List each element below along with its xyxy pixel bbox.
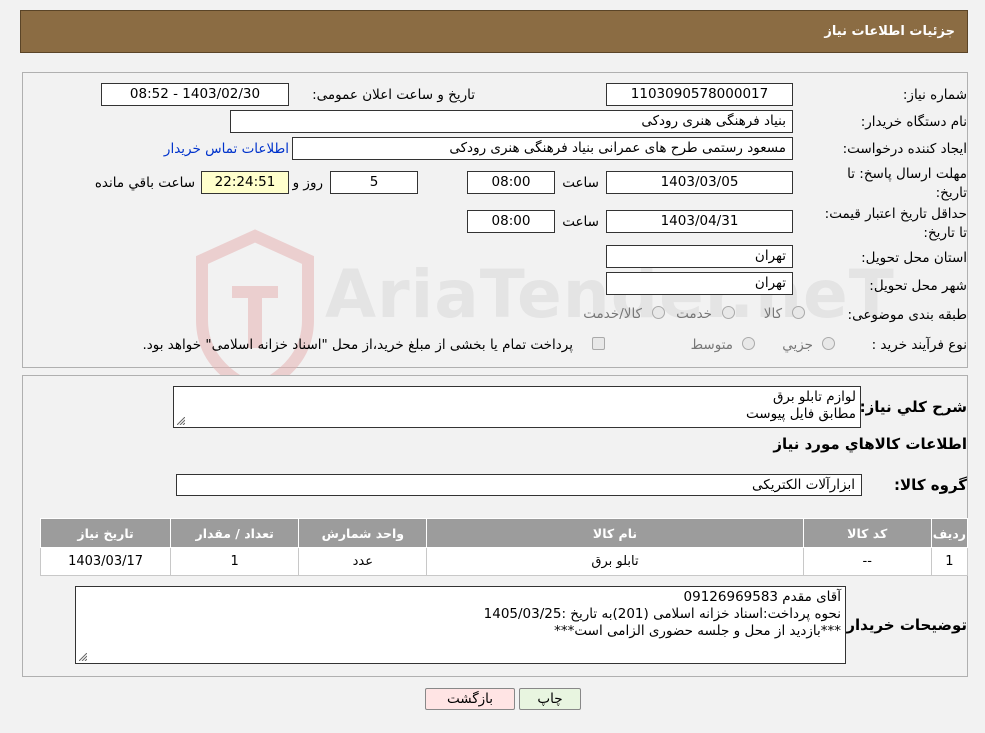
days-label: روز و: [292, 175, 323, 191]
city-label: شهر محل تحویل:: [869, 278, 967, 294]
category-radio-goods-service[interactable]: [652, 306, 665, 319]
buyer-org-label: نام دستگاه خریدار:: [860, 114, 967, 130]
col-qty: تعداد / مقدار: [170, 518, 300, 548]
cell-code: --: [802, 547, 932, 576]
deadline-time-label: ساعت: [562, 175, 599, 191]
col-date: تاريخ نياز: [39, 518, 172, 548]
cell-unit: عدد: [298, 547, 428, 576]
back-button[interactable]: بازگشت: [425, 688, 515, 710]
page-title: جزئیات اطلاعات نیاز: [824, 24, 955, 39]
category-radio-service[interactable]: [722, 306, 735, 319]
summary-textarea[interactable]: لوازم تابلو برق مطابق فایل پیوست: [173, 386, 861, 428]
col-name: نام کالا: [426, 518, 804, 548]
category-option-service: خدمت: [676, 306, 712, 322]
resize-grip-icon[interactable]: [79, 653, 87, 661]
process-option-medium: متوسط: [690, 337, 733, 353]
col-unit: واحد شمارش: [298, 518, 428, 548]
requester-field: مسعود رستمی طرح های عمرانی بنیاد فرهنگی …: [292, 137, 793, 160]
validity-date-field: 1403/04/31: [606, 210, 793, 233]
watermark-logo-icon: [196, 229, 314, 397]
city-field: تهران: [606, 272, 793, 295]
page-header: جزئیات اطلاعات نیاز: [20, 10, 968, 53]
buyer-org-field: بنیاد فرهنگی هنری رودکی: [230, 110, 793, 133]
items-table: رديف کد کالا نام کالا واحد شمارش تعداد /…: [39, 518, 969, 576]
contact-buyer-link[interactable]: اطلاعات تماس خریدار: [164, 141, 289, 157]
days-field: 5: [330, 171, 418, 194]
goods-group-field: ابزارآلات الکتریکی: [176, 474, 862, 496]
province-field: تهران: [606, 245, 793, 268]
need-number-field: 1103090578000017: [606, 83, 793, 106]
announce-field: 1403/02/30 - 08:52: [101, 83, 289, 106]
summary-label: شرح کلي نياز:: [859, 398, 967, 416]
validity-time-label: ساعت: [562, 214, 599, 230]
remaining-time-field: 22:24:51: [201, 171, 289, 194]
province-label: استان محل تحویل:: [861, 250, 967, 266]
col-code: کد کالا: [802, 518, 932, 548]
cell-date: 1403/03/17: [39, 547, 172, 576]
process-label: نوع فرآیند خرید :: [871, 337, 967, 353]
process-radio-minor[interactable]: [822, 337, 835, 350]
summary-line-2: مطابق فایل پیوست: [746, 406, 856, 422]
need-number-label: شماره نیاز:: [902, 87, 967, 103]
process-option-minor: جزیي: [782, 337, 813, 353]
process-note: پرداخت تمام یا بخشی از مبلغ خرید،از محل …: [142, 337, 573, 353]
items-table-header: رديف کد کالا نام کالا واحد شمارش تعداد /…: [39, 518, 969, 548]
summary-line-1: لوازم تابلو برق: [772, 389, 856, 405]
buyer-notes-textarea[interactable]: آقای مقدم 09126969583 نحوه پرداخت:اسناد …: [75, 586, 846, 664]
validity-label: حداقل تاریخ اعتبار قیمت: تا تاریخ:: [824, 206, 967, 241]
col-row: رديف: [930, 518, 969, 548]
cell-row: 1: [930, 547, 969, 576]
category-radio-goods[interactable]: [792, 306, 805, 319]
goods-section-title: اطلاعات کالاهاي مورد نياز: [773, 435, 967, 453]
items-table-wrap: رديف کد کالا نام کالا واحد شمارش تعداد /…: [39, 518, 969, 576]
category-option-goods-service: کالا/خدمت: [583, 306, 642, 322]
cell-qty: 1: [170, 547, 300, 576]
process-checkbox-treasury[interactable]: [592, 337, 605, 350]
category-option-goods: کالا: [763, 306, 782, 322]
validity-time-field: 08:00: [467, 210, 555, 233]
goods-group-label: گروه کالا:: [894, 476, 967, 494]
buyer-notes-line-3: ***بازدید از محل و جلسه حضوری الزامی است…: [554, 623, 841, 639]
announce-label: تاریخ و ساعت اعلان عمومی:: [312, 87, 475, 103]
table-row: 1 -- تابلو برق عدد 1 1403/03/17: [39, 547, 969, 576]
deadline-date-field: 1403/03/05: [606, 171, 793, 194]
process-radio-medium[interactable]: [742, 337, 755, 350]
deadline-time-field: 08:00: [467, 171, 555, 194]
print-button[interactable]: چاپ: [519, 688, 581, 710]
cell-name: تابلو برق: [426, 547, 804, 576]
buyer-notes-line-2: نحوه پرداخت:اسناد خزانه اسلامی (201)به ت…: [483, 606, 841, 622]
requester-label: ایجاد کننده درخواست:: [842, 141, 967, 157]
remaining-label: ساعت باقي مانده: [94, 175, 195, 191]
buyer-notes-label: توضيحات خريدار:: [840, 616, 967, 634]
deadline-label: مهلت ارسال پاسخ: تا تاریخ:: [847, 166, 967, 201]
buyer-notes-line-1: آقای مقدم 09126969583: [683, 589, 841, 605]
category-label: طبقه بندی موضوعی:: [847, 307, 967, 323]
resize-grip-icon[interactable]: [177, 417, 185, 425]
